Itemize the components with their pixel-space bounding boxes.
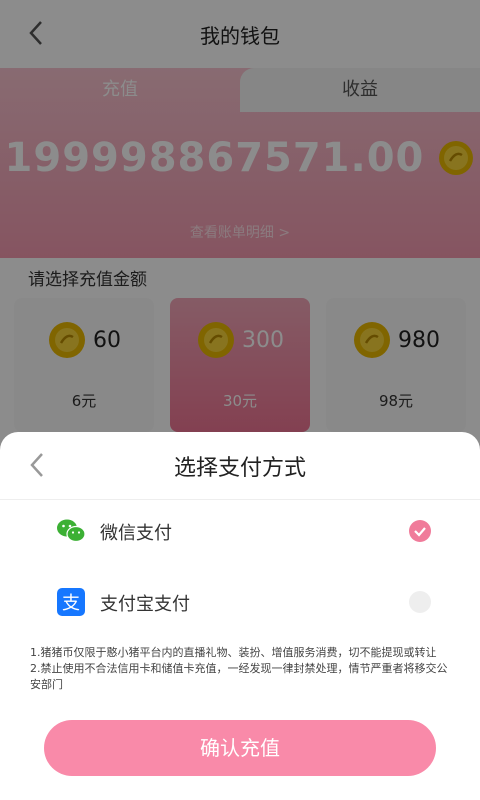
wechat-icon bbox=[57, 519, 86, 543]
radio-unselected[interactable] bbox=[409, 591, 431, 613]
confirm-recharge-button[interactable]: 确认充值 bbox=[44, 720, 436, 776]
sheet-title: 选择支付方式 bbox=[173, 456, 306, 481]
radio-selected[interactable] bbox=[409, 520, 431, 542]
svg-text:支: 支 bbox=[62, 593, 80, 614]
notice-line: 1.猪猪币仅限于憨小猪平台内的直播礼物、装扮、增值服务消费，切不能提现或转让 bbox=[30, 646, 437, 659]
payment-label: 支付宝支付 bbox=[100, 594, 190, 615]
alipay-icon: 支 bbox=[57, 588, 85, 616]
notice-line: 2.禁止使用不合法信用卡和储值卡充值，一经发现一律封禁处理，情节严重者将移交公安… bbox=[30, 662, 448, 691]
payment-label: 微信支付 bbox=[100, 523, 172, 544]
payment-option-alipay[interactable]: 支 支付宝支付 bbox=[0, 577, 480, 627]
divider bbox=[0, 499, 480, 500]
recharge-notice: 1.猪猪币仅限于憨小猪平台内的直播礼物、装扮、增值服务消费，切不能提现或转让 2… bbox=[30, 645, 450, 693]
check-icon bbox=[414, 527, 426, 537]
payment-option-wechat[interactable]: 微信支付 bbox=[0, 506, 480, 556]
